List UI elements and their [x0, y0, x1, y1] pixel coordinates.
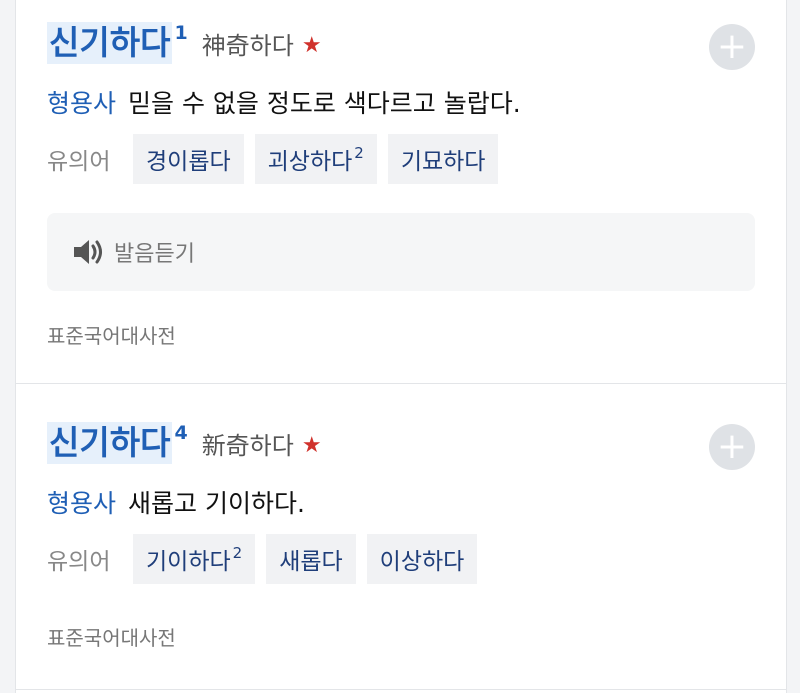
hanja-label: 新奇하다 — [201, 432, 294, 460]
synonym-word: 새롭다 — [279, 549, 343, 575]
synonym-row: 유의어 경이롭다 괴상하다 2 기묘하다 — [47, 134, 509, 184]
synonym-word: 기이하다 — [146, 549, 231, 575]
synonym-chip[interactable]: 기묘하다 — [387, 134, 499, 184]
synonym-word: 경이롭다 — [146, 149, 231, 175]
synonym-chip[interactable]: 기이하다 2 — [133, 534, 256, 584]
definition-row: 형용사 믿을 수 없을 정도로 색다르고 놀랍다. — [47, 84, 521, 120]
part-of-speech: 형용사 — [47, 489, 117, 518]
plus-icon: + — [716, 426, 748, 467]
synonym-chip[interactable]: 새롭다 — [266, 534, 356, 584]
synonym-row: 유의어 기이하다 2 새롭다 이상하다 — [47, 534, 488, 584]
synonym-word: 기묘하다 — [400, 149, 486, 175]
synonym-homonym-number: 2 — [232, 544, 243, 562]
synonym-chip[interactable]: 이상하다 — [366, 534, 478, 584]
synonym-word: 이상하다 — [379, 549, 465, 575]
star-icon: ★ — [301, 33, 322, 58]
part-of-speech: 형용사 — [47, 89, 117, 118]
add-to-wordbook-button[interactable]: + — [709, 24, 755, 70]
headword[interactable]: 신기하다 — [47, 422, 173, 464]
definition-text: 믿을 수 없을 정도로 색다르고 놀랍다. — [128, 89, 521, 118]
dictionary-entry: 신기하다 1 神奇하다 ★ + 형용사 믿을 수 없을 정도로 색다르고 놀랍다… — [16, 0, 786, 384]
synonym-label: 유의어 — [47, 549, 111, 575]
star-icon: ★ — [301, 433, 322, 458]
dictionary-source[interactable]: 표준국어대사전 — [47, 622, 176, 651]
definition-text: 새롭고 기이하다. — [128, 489, 305, 518]
add-to-wordbook-button[interactable]: + — [709, 424, 755, 470]
synonym-label: 유의어 — [47, 149, 111, 175]
audio-label: 발음듣기 — [114, 242, 195, 267]
headword[interactable]: 신기하다 — [47, 22, 173, 64]
homonym-number: 1 — [174, 22, 188, 44]
synonym-word: 괴상하다 — [267, 149, 353, 175]
dictionary-entry: 신기하다 4 新奇하다 ★ + 형용사 새롭고 기이하다. 유의어 기이하다 2… — [16, 384, 786, 690]
pronunciation-audio-button[interactable]: 발음듣기 — [47, 213, 755, 291]
synonym-chip[interactable]: 경이롭다 — [133, 134, 244, 184]
entry-heading: 신기하다 4 新奇하다 ★ — [47, 422, 322, 470]
synonym-homonym-number: 2 — [354, 144, 364, 162]
plus-icon: + — [716, 26, 748, 67]
hanja-label: 神奇하다 — [201, 32, 294, 60]
dictionary-source[interactable]: 표준국어대사전 — [47, 320, 176, 349]
definition-row: 형용사 새롭고 기이하다. — [47, 484, 305, 520]
homonym-number: 4 — [174, 422, 188, 444]
dictionary-results-panel: 신기하다 1 神奇하다 ★ + 형용사 믿을 수 없을 정도로 색다르고 놀랍다… — [15, 0, 787, 693]
synonym-chip[interactable]: 괴상하다 2 — [254, 134, 377, 184]
speaker-icon — [74, 240, 102, 264]
entry-heading: 신기하다 1 神奇하다 ★ — [47, 22, 322, 70]
